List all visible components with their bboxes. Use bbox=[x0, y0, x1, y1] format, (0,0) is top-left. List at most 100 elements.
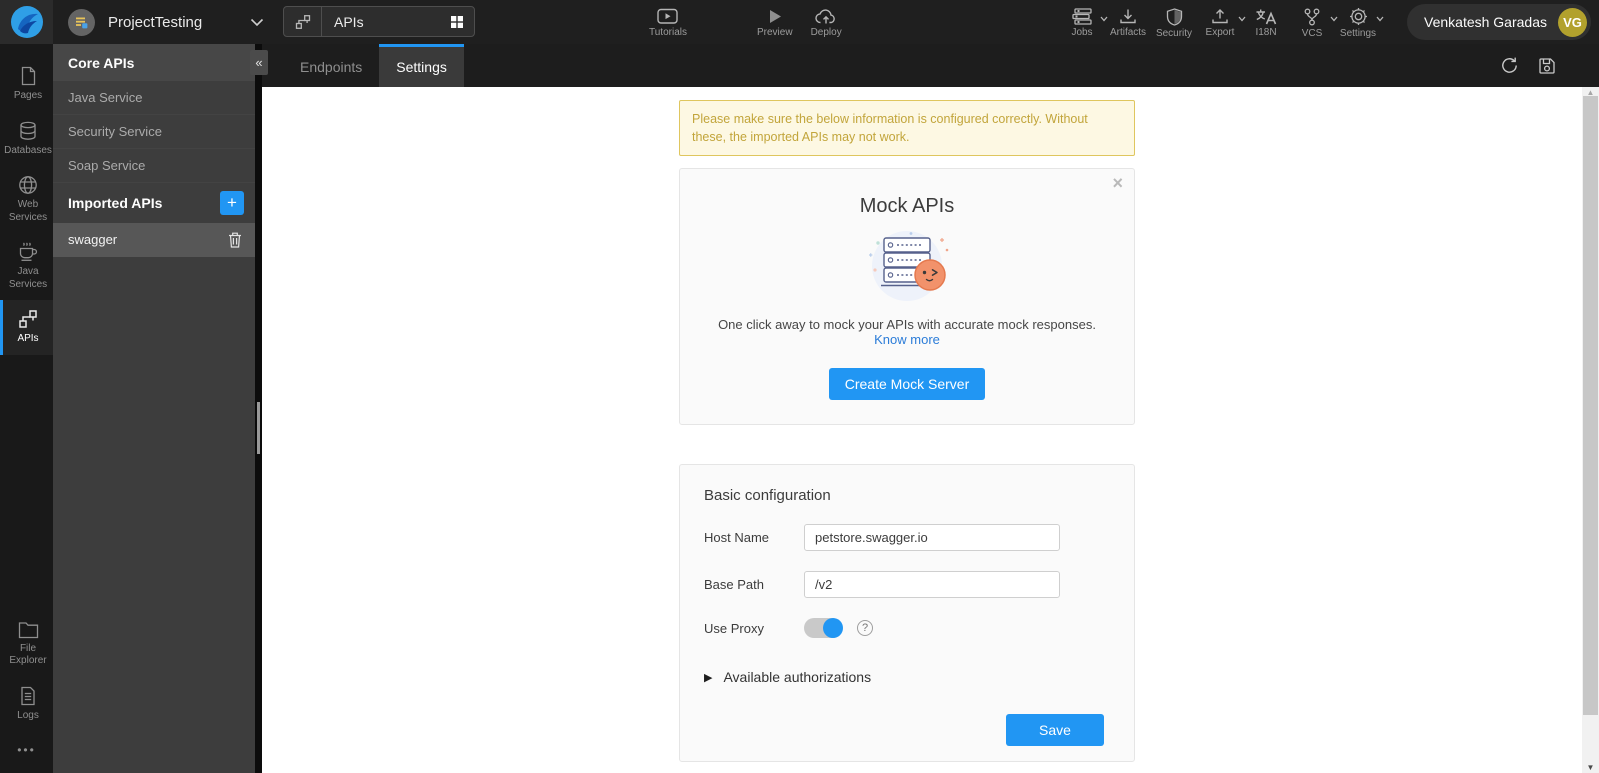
security-button[interactable]: Security bbox=[1151, 0, 1197, 44]
translate-icon bbox=[1256, 9, 1277, 25]
settings-label: Settings bbox=[1339, 28, 1377, 39]
delete-icon[interactable] bbox=[228, 232, 242, 248]
base-path-label: Base Path bbox=[704, 577, 764, 593]
preview-play-icon bbox=[769, 10, 781, 23]
panel-scrollbar[interactable] bbox=[255, 44, 262, 773]
warning-banner: Please make sure the below information i… bbox=[679, 100, 1135, 157]
collapse-panel-button[interactable]: « bbox=[250, 50, 268, 75]
panel-scrollbar-thumb[interactable] bbox=[257, 402, 260, 454]
use-proxy-toggle[interactable] bbox=[804, 618, 843, 639]
avatar: VG bbox=[1558, 7, 1587, 37]
tab-label: Endpoints bbox=[300, 59, 363, 75]
deploy-button[interactable]: Deploy bbox=[802, 0, 851, 44]
create-mock-server-button[interactable]: Create Mock Server bbox=[828, 368, 986, 401]
add-api-button[interactable]: + bbox=[220, 191, 244, 215]
chevron-down-icon bbox=[250, 18, 264, 27]
available-authorizations-label: Available authorizations bbox=[723, 669, 872, 686]
sidebar-item-pages[interactable]: Pages bbox=[0, 57, 53, 112]
user-menu[interactable]: Venkatesh Garadas VG bbox=[1407, 4, 1591, 40]
log-file-icon bbox=[21, 686, 35, 705]
mock-description-text: One click away to mock your APIs with ac… bbox=[718, 317, 1096, 333]
left-sidebar: Pages Databases Web Services Java Servic… bbox=[0, 44, 53, 773]
folder-icon bbox=[18, 621, 38, 638]
sidebar-item-label: Java Services bbox=[8, 266, 48, 290]
sidebar-item-java-services[interactable]: Java Services bbox=[0, 233, 53, 300]
gear-icon bbox=[1349, 8, 1367, 25]
i18n-button[interactable]: I18N bbox=[1243, 0, 1289, 44]
sidebar-item-file-explorer[interactable]: File Explorer bbox=[0, 612, 53, 677]
sidebar-item-label: File Explorer bbox=[9, 642, 47, 667]
main-scrollbar[interactable]: ▲ ▼ bbox=[1582, 87, 1599, 773]
settings-content: Please make sure the below information i… bbox=[262, 87, 1599, 773]
base-path-input[interactable] bbox=[804, 571, 1060, 599]
core-api-soap-service[interactable]: Soap Service bbox=[53, 149, 255, 183]
sidebar-item-web-services[interactable]: Web Services bbox=[0, 166, 53, 233]
base-path-row: Base Path bbox=[704, 571, 1110, 599]
project-name: ProjectTesting bbox=[108, 13, 203, 31]
list-item-label: Security Service bbox=[68, 124, 162, 139]
sidebar-item-label: Logs bbox=[17, 709, 39, 721]
know-more-link[interactable]: Know more bbox=[874, 332, 940, 347]
preview-label: Preview bbox=[756, 27, 793, 38]
sidebar-item-databases[interactable]: Databases bbox=[0, 112, 53, 167]
app-logo[interactable] bbox=[0, 0, 53, 44]
help-icon[interactable]: ? bbox=[857, 620, 873, 637]
core-api-security-service[interactable]: Security Service bbox=[53, 115, 255, 149]
top-bar: ProjectTesting APIs Tutorials Preview De… bbox=[0, 0, 1599, 44]
security-label: Security bbox=[1155, 27, 1193, 39]
tab-settings[interactable]: Settings bbox=[379, 44, 464, 87]
host-name-label: Host Name bbox=[704, 530, 770, 546]
list-item-label: swagger bbox=[68, 232, 118, 247]
imported-api-swagger[interactable]: swagger bbox=[53, 223, 255, 257]
sidebar-item-label: Databases bbox=[4, 144, 52, 156]
preview-button[interactable]: Preview bbox=[748, 0, 802, 44]
sidebar-item-label: Web Services bbox=[8, 199, 48, 223]
tab-actions bbox=[1500, 44, 1556, 87]
scrollbar-thumb[interactable] bbox=[1583, 96, 1598, 715]
export-label: Export bbox=[1205, 27, 1235, 38]
mock-apis-title: Mock APIs bbox=[859, 195, 955, 218]
upload-icon bbox=[1212, 9, 1228, 24]
tab-endpoints[interactable]: Endpoints bbox=[283, 44, 379, 87]
more-options-icon[interactable]: ••• bbox=[0, 731, 53, 773]
mock-apis-card: × Mock APIs One click away to mock your … bbox=[679, 168, 1135, 426]
settings-button[interactable]: Settings bbox=[1335, 0, 1384, 44]
api-node-icon bbox=[284, 7, 322, 36]
tab-label: Settings bbox=[396, 59, 447, 75]
vcs-label: VCS bbox=[1301, 27, 1323, 39]
deploy-label: Deploy bbox=[810, 27, 842, 38]
jobs-button[interactable]: Jobs bbox=[1059, 0, 1108, 44]
export-button[interactable]: Export bbox=[1197, 0, 1246, 44]
tutorials-icon bbox=[657, 8, 679, 24]
scroll-down-arrow-icon[interactable]: ▼ bbox=[1582, 763, 1599, 772]
sidebar-item-logs[interactable]: Logs bbox=[0, 677, 53, 732]
project-selector[interactable]: ProjectTesting bbox=[68, 0, 264, 44]
core-api-java-service[interactable]: Java Service bbox=[53, 81, 255, 115]
basic-configuration-card: Basic configuration Host Name Base Path … bbox=[679, 464, 1135, 763]
close-icon[interactable]: × bbox=[1112, 173, 1123, 194]
imported-apis-title: Imported APIs bbox=[68, 195, 163, 211]
user-name: Venkatesh Garadas bbox=[1424, 14, 1547, 30]
page-icon bbox=[21, 66, 35, 86]
sidebar-item-apis[interactable]: APIs bbox=[0, 300, 53, 355]
refresh-icon[interactable] bbox=[1500, 56, 1519, 75]
artifacts-button[interactable]: Artifacts bbox=[1105, 0, 1151, 44]
tab-bar: Endpoints Settings bbox=[262, 44, 1599, 87]
tutorials-button[interactable]: Tutorials bbox=[640, 0, 696, 44]
vcs-button[interactable]: VCS bbox=[1289, 0, 1338, 44]
toggle-knob bbox=[823, 618, 843, 639]
project-icon bbox=[68, 8, 95, 36]
use-proxy-row: Use Proxy ? bbox=[704, 618, 1110, 639]
host-name-input[interactable] bbox=[804, 524, 1060, 552]
save-icon[interactable] bbox=[1538, 57, 1556, 75]
imported-apis-header: Imported APIs + bbox=[53, 183, 255, 223]
wavemaker-logo-icon bbox=[10, 6, 43, 38]
topbar-right-actions: Jobs Artifacts Security Export I18N VCS … bbox=[1059, 0, 1384, 44]
available-authorizations-toggle[interactable]: ▶ Available authorizations bbox=[704, 669, 1110, 685]
save-button[interactable]: Save bbox=[1006, 714, 1104, 747]
i18n-label: I18N bbox=[1255, 27, 1277, 38]
shield-icon bbox=[1166, 7, 1182, 26]
resource-selector[interactable]: APIs bbox=[283, 6, 475, 37]
grid-icon[interactable] bbox=[450, 15, 474, 29]
sidebar-item-label: APIs bbox=[17, 333, 39, 344]
